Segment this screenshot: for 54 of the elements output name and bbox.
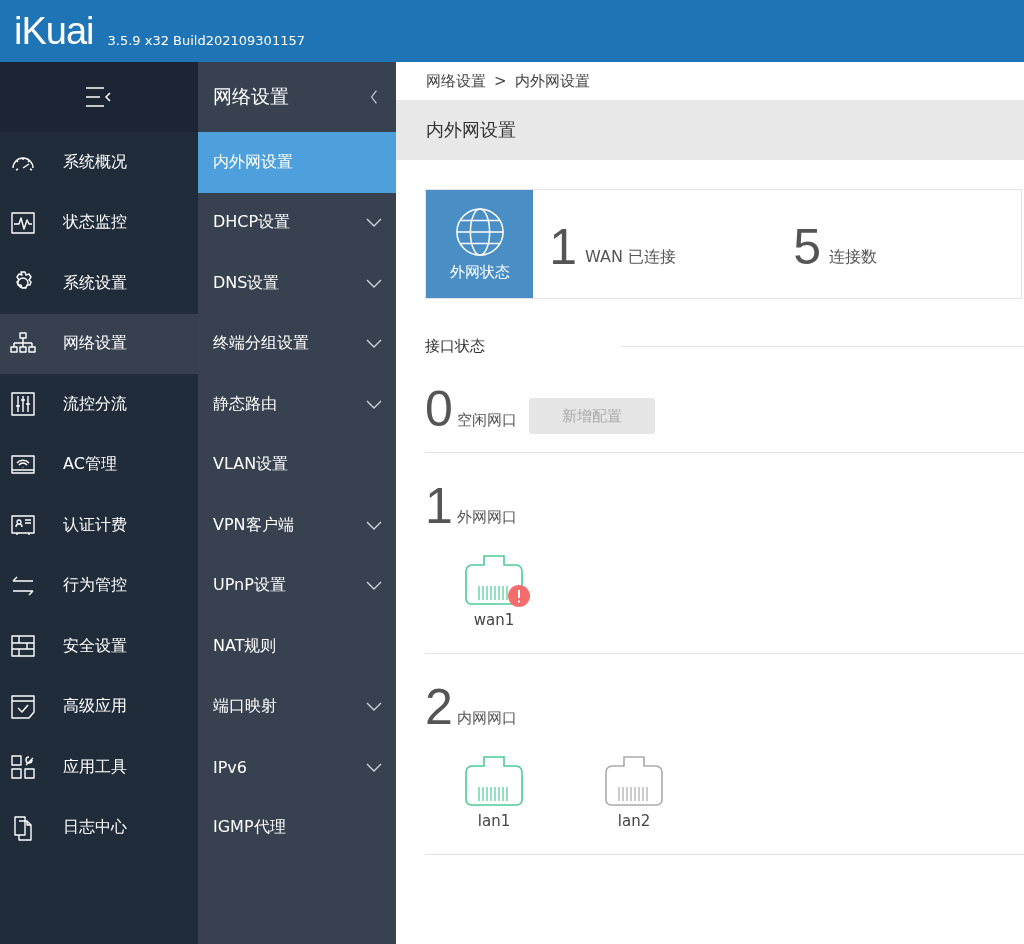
version-text: 3.5.9 x32 Build202109301157: [107, 33, 305, 48]
port-name: lan2: [617, 812, 651, 830]
ethernet-port-icon[interactable]: [465, 555, 523, 605]
sliders-icon: [9, 390, 37, 419]
port-name: wan1: [473, 611, 515, 629]
port-group-label: 外网网口: [456, 508, 517, 527]
sidebar-item[interactable]: 应用工具: [0, 737, 198, 798]
section-title: 接口状态: [425, 337, 486, 356]
sidebar-item[interactable]: 流控分流: [0, 374, 198, 435]
stat-label: 连接数: [828, 247, 877, 268]
sidebar-item[interactable]: 行为管控: [0, 555, 198, 616]
stat-value: 5: [793, 222, 821, 272]
submenu-item[interactable]: 端口映射: [198, 676, 396, 737]
breadcrumb-link[interactable]: 网络设置: [426, 71, 486, 91]
chevron-left-icon[interactable]: [370, 89, 378, 105]
sidebar-item[interactable]: 系统概况: [0, 132, 198, 193]
submenu-item[interactable]: UPnP设置: [198, 555, 396, 616]
submenu-item[interactable]: DNS设置: [198, 253, 396, 314]
sidebar-item[interactable]: 网络设置: [0, 313, 198, 374]
breadcrumb-current: 内外网设置: [514, 71, 590, 91]
sidebar-item[interactable]: 日志中心: [0, 797, 198, 858]
sidebar-item[interactable]: 系统设置: [0, 253, 198, 314]
status-tile-label: 外网状态: [449, 262, 510, 282]
globe-icon: [454, 206, 505, 257]
submenu-item[interactable]: 终端分组设置: [198, 313, 396, 374]
sidebar-item[interactable]: 认证计费: [0, 495, 198, 556]
stat-label: WAN 已连接: [585, 247, 677, 268]
port-name: lan1: [477, 812, 511, 830]
grid-wrench-icon: [9, 753, 37, 782]
ethernet-port-icon[interactable]: [605, 756, 663, 806]
submenu-item[interactable]: IPv6: [198, 737, 396, 798]
port-count: 0: [425, 384, 453, 434]
submenu-item[interactable]: VLAN设置: [198, 434, 396, 495]
logo: iKuai: [14, 12, 94, 50]
port-count: 1: [425, 481, 453, 531]
menu-collapse-icon[interactable]: [84, 85, 114, 109]
sidebar-item[interactable]: 状态监控: [0, 192, 198, 253]
port-group-label: 内网网口: [456, 709, 517, 728]
submenu-item[interactable]: VPN客户端: [198, 495, 396, 556]
breadcrumb-separator: >: [494, 72, 507, 90]
ethernet-port-icon[interactable]: [465, 756, 523, 806]
submenu-item[interactable]: IGMP代理: [198, 797, 396, 858]
port-group-label: 空闲网口: [456, 411, 517, 430]
submenu-title: 网络设置: [213, 84, 289, 109]
checked-window-icon: [9, 692, 37, 721]
page-title: 内外网设置: [396, 100, 1024, 160]
sidebar-item[interactable]: 高级应用: [0, 676, 198, 737]
submenu-item[interactable]: DHCP设置: [198, 192, 396, 253]
port-count: 2: [425, 682, 453, 732]
sidebar-item[interactable]: AC管理: [0, 434, 198, 495]
submenu-item[interactable]: 静态路由: [198, 374, 396, 435]
sidebar-item[interactable]: 安全设置: [0, 616, 198, 677]
stat-value: 1: [549, 222, 578, 272]
submenu-item[interactable]: NAT规则: [198, 616, 396, 677]
